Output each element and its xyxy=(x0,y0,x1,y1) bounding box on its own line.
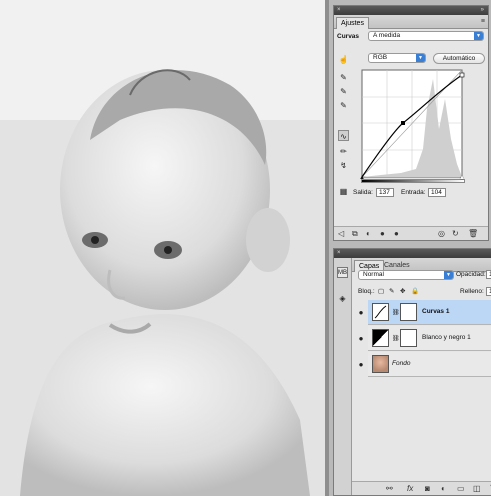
layer-mask-icon[interactable]: ● xyxy=(380,229,385,239)
lock-position-icon[interactable]: ✥ xyxy=(400,287,405,295)
delete-icon[interactable]: 🗑 xyxy=(468,229,478,239)
layer-row-fondo[interactable]: ● Fondo xyxy=(359,352,491,377)
output-field[interactable]: 137 xyxy=(376,188,394,197)
canvas-border xyxy=(325,0,329,496)
opacity-field[interactable]: 1 xyxy=(486,270,491,279)
preset-select[interactable]: A medida ▼ xyxy=(368,31,484,41)
smooth-icon[interactable]: ↯ xyxy=(338,160,349,171)
curves-graph[interactable] xyxy=(361,69,465,179)
adjustment-type-label: Curvas xyxy=(337,33,360,40)
panel-dock-strip: MB ◈ xyxy=(334,258,352,495)
adjustments-footer: ◁ ⧉ ◐ ● ● ◎ ↻ 🗑 xyxy=(334,226,488,240)
visibility-icon[interactable]: ● xyxy=(394,229,399,239)
adjustments-panel: × » Ajustes ≡ Curvas A medida ▼ ☝ ✎ ✎ ✎ … xyxy=(333,5,489,241)
chevron-down-icon: ▼ xyxy=(444,271,453,279)
pencil-icon[interactable]: ✏ xyxy=(338,146,349,157)
adjustments-dock-icon[interactable]: MB xyxy=(337,267,348,278)
view-previous-icon[interactable]: ◎ xyxy=(438,229,445,239)
fx-icon[interactable]: fx xyxy=(407,484,413,494)
eye-icon[interactable]: ● xyxy=(354,326,368,351)
channel-select[interactable]: RGB ▼ xyxy=(368,53,426,63)
opacity-label: Opacidad: xyxy=(456,271,486,278)
lock-label: Bloq.: xyxy=(358,288,375,295)
curves-adjustment-icon xyxy=(372,303,389,321)
black-white-adjustment-icon xyxy=(372,329,389,347)
clipping-warning-icon[interactable]: ▦ xyxy=(338,186,349,197)
preset-value: A medida xyxy=(373,32,401,39)
document-canvas[interactable] xyxy=(0,0,325,496)
layer-row-blanco-negro[interactable]: ● ⛓ Blanco y negro 1 xyxy=(359,326,491,351)
background-thumb xyxy=(372,355,389,373)
auto-button[interactable]: Automático xyxy=(433,53,485,64)
eye-icon[interactable]: ● xyxy=(354,352,368,377)
layers-dock-icon[interactable]: ◈ xyxy=(337,293,348,304)
baby-photo xyxy=(0,0,325,496)
link-layers-icon[interactable]: ⚯ xyxy=(386,484,393,494)
panel-titlebar[interactable]: × » xyxy=(334,6,488,15)
input-gradient-bar xyxy=(361,179,465,183)
layer-name: Blanco y negro 1 xyxy=(422,334,471,341)
layer-mask-thumb[interactable] xyxy=(400,303,417,321)
panel-titlebar[interactable]: × xyxy=(334,249,491,258)
chevron-down-icon: ▼ xyxy=(474,32,483,40)
lock-transparency-icon[interactable]: ▢ xyxy=(378,287,384,295)
input-field[interactable]: 104 xyxy=(428,188,446,197)
close-icon[interactable]: × xyxy=(337,7,341,14)
link-icon[interactable]: ⛓ xyxy=(392,309,400,316)
chevron-down-icon: ▼ xyxy=(416,54,425,62)
output-label: Salida: xyxy=(353,189,373,196)
link-icon[interactable]: ⛓ xyxy=(392,335,400,342)
layer-row-curvas[interactable]: ● ⛓ Curvas 1 xyxy=(359,300,491,325)
white-point-slider[interactable]: ▲ xyxy=(459,175,465,181)
clip-layer-icon[interactable]: ◐ xyxy=(366,229,371,239)
layers-panel: × Capas Canales MB ◈ Normal ▼ Opacidad: … xyxy=(333,248,491,496)
input-label: Entrada: xyxy=(401,189,426,196)
eyedropper-gray-icon[interactable]: ✎ xyxy=(338,86,349,97)
fill-field[interactable]: 1 xyxy=(486,287,491,296)
close-icon[interactable]: × xyxy=(337,250,341,257)
new-group-icon[interactable]: ▭ xyxy=(457,484,465,494)
layers-list: ● ⛓ Curvas 1 ● ⛓ Blanco y negro 1 ● Fond… xyxy=(352,300,491,380)
black-point-slider[interactable]: ▲ xyxy=(359,175,365,181)
add-mask-icon[interactable]: ◙ xyxy=(425,484,430,494)
back-arrow-icon[interactable]: ◁ xyxy=(338,229,344,239)
layers-footer: ⚯ fx ◙ ◐ ▭ ◫ 🗑 xyxy=(352,481,491,495)
collapse-icon[interactable]: » xyxy=(481,7,484,14)
curve-endpoint[interactable] xyxy=(459,72,465,78)
lock-pixels-icon[interactable]: ✎ xyxy=(389,287,394,295)
eye-icon[interactable]: ● xyxy=(354,300,368,325)
curve-point[interactable] xyxy=(401,121,405,125)
layer-mask-thumb[interactable] xyxy=(400,329,417,347)
eyedropper-black-icon[interactable]: ✎ xyxy=(338,72,349,83)
curve-point-icon[interactable]: ∿ xyxy=(338,130,349,141)
channel-value: RGB xyxy=(373,54,388,61)
expand-view-icon[interactable]: ⧉ xyxy=(352,229,358,239)
layer-name: Curvas 1 xyxy=(422,308,450,315)
adjustments-tabbar: Ajustes ≡ xyxy=(334,15,488,29)
eyedropper-white-icon[interactable]: ✎ xyxy=(338,100,349,111)
fill-label: Relleno: xyxy=(460,288,484,295)
reset-icon[interactable]: ↻ xyxy=(452,229,459,239)
target-adjust-icon[interactable]: ☝ xyxy=(338,54,349,65)
new-layer-icon[interactable]: ◫ xyxy=(473,484,481,494)
blend-mode-select[interactable]: Normal ▼ xyxy=(358,270,454,280)
layer-name: Fondo xyxy=(392,360,411,367)
lock-all-icon[interactable]: 🔒 xyxy=(411,287,419,295)
panel-menu-icon[interactable]: ≡ xyxy=(481,18,485,25)
tab-ajustes[interactable]: Ajustes xyxy=(336,17,369,29)
new-adjustment-icon[interactable]: ◐ xyxy=(441,484,446,494)
blend-mode-value: Normal xyxy=(363,271,384,278)
